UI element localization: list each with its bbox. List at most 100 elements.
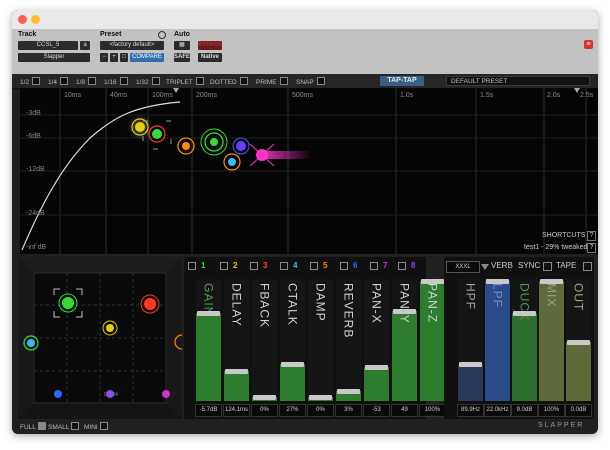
preset-settings-icon[interactable]: [158, 31, 166, 39]
fader-thumb[interactable]: [337, 389, 360, 395]
fader-lpf[interactable]: LPF: [485, 279, 510, 401]
fader-label-wrap: OUT: [566, 283, 591, 391]
dotted-toggle[interactable]: DOTTED: [210, 77, 248, 87]
track-options-button[interactable]: a: [80, 41, 90, 50]
fader-thumb[interactable]: [421, 279, 444, 285]
shortcuts-help-button[interactable]: ?: [587, 231, 596, 241]
preset-name-field[interactable]: DEFAULT PRESET: [446, 76, 590, 86]
fader-damp[interactable]: DAMP: [308, 279, 333, 401]
small-size-toggle[interactable]: SMALL: [48, 422, 80, 431]
fader-ctalk[interactable]: CTALK: [280, 279, 305, 401]
fader-value-out[interactable]: 0.0dB: [565, 404, 592, 417]
fader-value-duck[interactable]: 9.0dB: [511, 404, 538, 417]
tap-enable-checkbox[interactable]: [370, 262, 378, 270]
fader-thumb[interactable]: [197, 311, 220, 317]
fader-thumb[interactable]: [459, 362, 482, 368]
fader-thumb[interactable]: [281, 362, 304, 368]
fader-value-fback[interactable]: 0%: [251, 404, 278, 417]
fader-thumb[interactable]: [393, 308, 416, 314]
fader-value-reverb[interactable]: 3%: [335, 404, 362, 417]
fader-mix[interactable]: MIX: [539, 279, 564, 401]
fader-thumb[interactable]: [513, 311, 536, 317]
division-thirtysecond[interactable]: 1/32: [136, 77, 160, 87]
preset-copy-icon[interactable]: □: [120, 53, 128, 62]
fader-reverb[interactable]: REVERB: [336, 279, 361, 401]
automation-icon[interactable]: ▦: [174, 41, 190, 50]
sync-checkbox[interactable]: [543, 262, 552, 271]
fader-label-wrap: CTALK: [280, 283, 305, 391]
pad-tap-8[interactable]: [162, 390, 170, 398]
pan-pad[interactable]: 0.0.04: [18, 257, 182, 419]
marker-left-icon[interactable]: [173, 88, 179, 93]
division-quarter[interactable]: 1/4: [48, 77, 69, 87]
fader-value-pan-z[interactable]: 100%: [419, 404, 446, 417]
pad-tap-6[interactable]: [54, 390, 62, 398]
fader-pan-y[interactable]: PAN-Y: [392, 279, 417, 401]
fader-value-hpf[interactable]: 89.9Hz: [457, 404, 484, 417]
fader-thumb[interactable]: [486, 279, 509, 285]
tap-enable-checkbox[interactable]: [280, 262, 288, 270]
time-label-200ms: 200ms: [196, 92, 218, 99]
fader-value-gain[interactable]: -5.7dB: [195, 404, 222, 417]
division-half[interactable]: 1/2: [20, 77, 41, 87]
fader-hpf[interactable]: HPF: [458, 279, 483, 401]
safe-button[interactable]: SAFE: [174, 53, 190, 62]
preset-next-button[interactable]: +: [110, 53, 118, 62]
triplet-toggle[interactable]: TRIPLET: [166, 77, 204, 87]
plugin-selector[interactable]: Slapper: [18, 53, 90, 62]
fader-value-ctalk[interactable]: 27%: [279, 404, 306, 417]
tap-enable-checkbox[interactable]: [250, 262, 258, 270]
fader-label: LPF: [490, 283, 505, 309]
fader-thumb[interactable]: [225, 368, 248, 374]
mini-size-label: MINI: [84, 424, 98, 431]
fader-thumb[interactable]: [309, 395, 332, 401]
fader-thumb[interactable]: [540, 279, 563, 285]
bypass-button[interactable]: BYPASS: [198, 41, 222, 50]
fader-pan-z[interactable]: PAN-Z: [420, 279, 445, 401]
fader-value-pan-x[interactable]: -53: [363, 404, 390, 417]
track-selector[interactable]: CCSL_5: [18, 41, 78, 50]
fader-pan-x[interactable]: PAN-X: [364, 279, 389, 401]
preset-prev-button[interactable]: −: [100, 53, 108, 62]
fader-value-delay[interactable]: 124.1ms: [223, 404, 250, 417]
fader-delay[interactable]: DELAY: [224, 279, 249, 401]
echo-graph[interactable]: -3dB -6dB -12dB -24dB -inf dB 10ms 40ms …: [20, 88, 598, 254]
fader-duck[interactable]: DUCK: [512, 279, 537, 401]
tap-tap-button[interactable]: TAP-TAP: [380, 76, 424, 86]
close-window-icon[interactable]: [18, 15, 27, 24]
full-size-toggle[interactable]: FULL: [20, 422, 46, 431]
fader-fback[interactable]: FBACK: [252, 279, 277, 401]
tap-4-node[interactable]: [200, 128, 228, 156]
tap-2-node[interactable]: [223, 153, 241, 171]
prime-toggle[interactable]: PRIME: [256, 77, 288, 87]
fader-thumb[interactable]: [567, 340, 590, 346]
status-help-button[interactable]: ?: [587, 243, 596, 253]
fader-label: HPF: [463, 283, 478, 310]
tap-enable-checkbox[interactable]: [220, 262, 228, 270]
tap-enable-checkbox[interactable]: [340, 262, 348, 270]
preset-selector[interactable]: <factory default>: [100, 41, 164, 50]
tape-checkbox[interactable]: [583, 262, 592, 271]
fader-value-mix[interactable]: 100%: [538, 404, 565, 417]
mini-size-toggle[interactable]: MINI: [84, 422, 108, 431]
chevron-down-icon[interactable]: [481, 264, 489, 270]
fader-out[interactable]: OUT: [566, 279, 591, 401]
verb-size-selector[interactable]: XXXL: [446, 261, 480, 273]
fader-value-damp[interactable]: 0%: [307, 404, 334, 417]
compare-button[interactable]: COMPARE: [130, 53, 164, 62]
tap-enable-checkbox[interactable]: [188, 262, 196, 270]
fader-thumb[interactable]: [253, 395, 276, 401]
tap-enable-checkbox[interactable]: [310, 262, 318, 270]
fader-gain[interactable]: GAIN: [196, 279, 221, 401]
time-label-2-5s: 2.5s: [580, 92, 594, 99]
division-eighth[interactable]: 1/8: [76, 77, 97, 87]
fader-value-pan-y[interactable]: 49: [391, 404, 418, 417]
division-sixteenth[interactable]: 1/16: [104, 77, 128, 87]
tap-enable-checkbox[interactable]: [398, 262, 406, 270]
fader-thumb[interactable]: [365, 364, 388, 370]
snap-toggle[interactable]: SNAP: [296, 77, 325, 87]
minimize-window-icon[interactable]: [31, 15, 40, 24]
tap-5-node[interactable]: [232, 137, 250, 155]
fader-value-lpf[interactable]: 22.0kHz: [484, 404, 511, 417]
plugin-menu-icon[interactable]: ≡: [584, 40, 593, 49]
